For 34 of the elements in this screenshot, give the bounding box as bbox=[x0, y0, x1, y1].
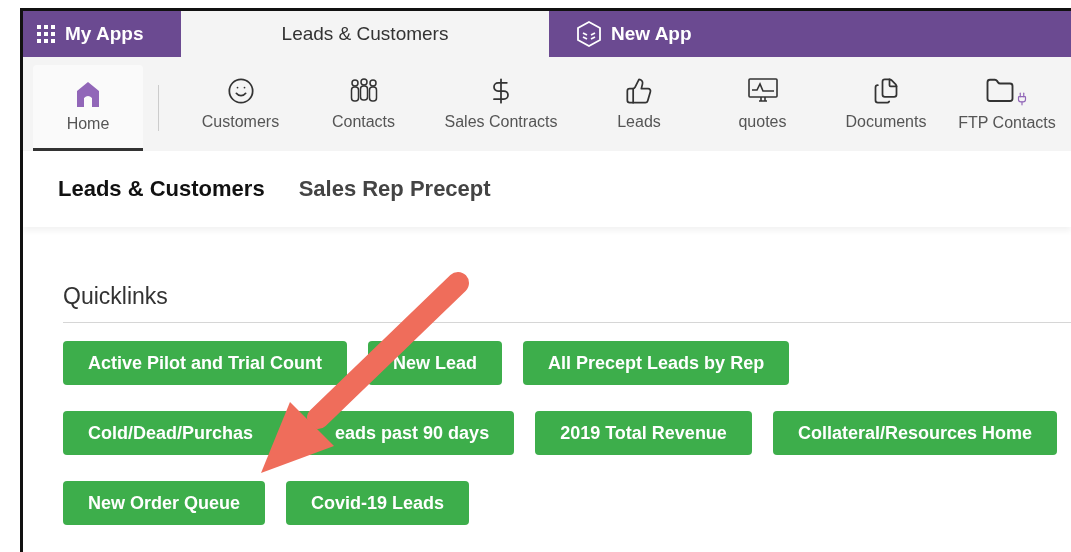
monitor-icon bbox=[746, 77, 779, 105]
nav-label: Documents bbox=[845, 113, 927, 131]
nav-item[interactable]: Customers bbox=[179, 57, 302, 151]
section-tab[interactable]: Sales Rep Precept bbox=[298, 176, 491, 202]
nav-item[interactable]: Documents bbox=[824, 57, 948, 151]
documents-icon bbox=[872, 77, 900, 105]
home-icon bbox=[76, 80, 100, 107]
smiley-icon bbox=[226, 77, 255, 105]
nav-label: Contacts bbox=[331, 113, 396, 131]
nav-label: Leads bbox=[617, 113, 661, 131]
nav-item[interactable]: quotes bbox=[701, 57, 824, 151]
section-heading: Quicklinks bbox=[63, 283, 1071, 323]
folder-plug-icon bbox=[985, 76, 1029, 106]
nav-item[interactable]: Contacts bbox=[302, 57, 425, 151]
section-tab[interactable]: Leads & Customers bbox=[58, 176, 265, 202]
thumbs-up-icon bbox=[625, 77, 653, 105]
nav-item[interactable]: FTP Contacts bbox=[948, 57, 1066, 151]
people-icon bbox=[348, 77, 379, 105]
app-tab-label: Leads & Customers bbox=[281, 23, 449, 45]
app-tab-label: New App bbox=[611, 23, 692, 45]
cube-icon bbox=[577, 21, 601, 47]
nav-label: Sales Contracts bbox=[444, 113, 558, 131]
nav-label: Customers bbox=[201, 113, 280, 131]
app-tab-label: My Apps bbox=[65, 23, 144, 45]
grid-icon bbox=[37, 25, 55, 43]
nav-item[interactable]: Sales Contracts bbox=[425, 57, 577, 151]
app-tab[interactable]: Leads & Customers bbox=[181, 11, 549, 57]
nav-label: Home bbox=[66, 114, 110, 133]
nav-item[interactable]: Home bbox=[33, 65, 143, 151]
nav-item[interactable]: Leads bbox=[577, 57, 701, 151]
button-text: eads past 90 days bbox=[335, 422, 490, 444]
nav-label: FTP Contacts bbox=[958, 114, 1056, 132]
nav-label: quotes bbox=[738, 113, 787, 131]
button-text: Cold/Dead/Purchas bbox=[88, 422, 254, 444]
